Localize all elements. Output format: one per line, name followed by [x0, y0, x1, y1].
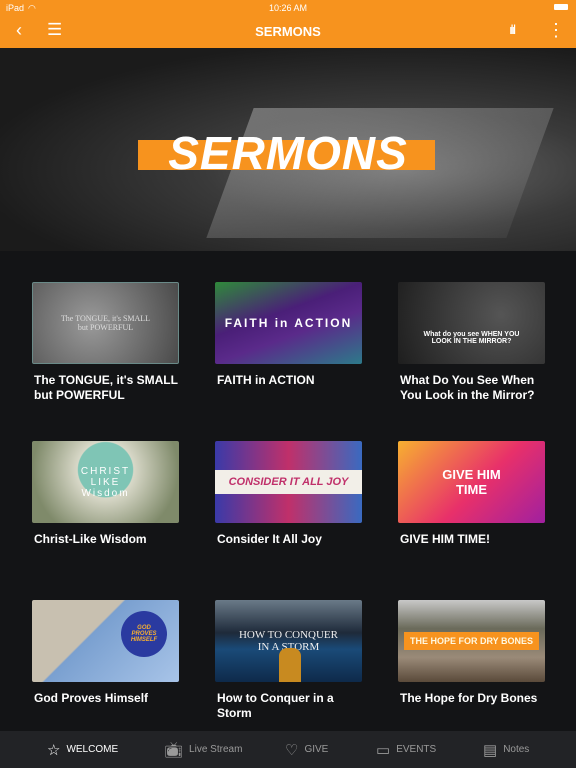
sermon-title[interactable]: GIVE HIM TIME! — [398, 532, 545, 547]
sermon-title[interactable]: God Proves Himself — [32, 691, 179, 706]
sermon-card[interactable]: GOD PROVES HIMSELF God Proves Himself — [32, 600, 179, 706]
tab-events[interactable]: ▭ EVENTS — [376, 731, 436, 768]
tv-icon: 📺︎ — [164, 741, 184, 759]
sermon-thumbnail[interactable]: The TONGUE, it's SMALL but POWERFUL — [32, 282, 179, 364]
sermon-thumbnail[interactable]: HOW TO CONQUER IN A STORM — [215, 600, 362, 682]
tab-live-stream[interactable]: 📺︎ Live Stream — [164, 731, 242, 768]
sermon-card[interactable]: HOW TO CONQUER IN A STORM How to Conquer… — [215, 600, 362, 721]
sermon-thumbnail[interactable]: FAITH in ACTION — [215, 282, 362, 364]
hero-banner: SERMONS — [0, 48, 576, 251]
calendar-icon: ▭ — [376, 741, 391, 759]
hero-title: SERMONS — [168, 127, 408, 179]
tab-welcome[interactable]: ☆ WELCOME — [47, 731, 118, 768]
sermon-thumbnail[interactable]: CONSIDER IT ALL JOY — [215, 441, 362, 523]
sermon-card[interactable]: THE HOPE FOR DRY BONES The Hope for Dry … — [398, 600, 545, 706]
sermon-card[interactable]: The TONGUE, it's SMALL but POWERFUL The … — [32, 282, 179, 403]
sermon-title[interactable]: The TONGUE, it's SMALL but POWERFUL — [32, 373, 179, 403]
sermon-title[interactable]: The Hope for Dry Bones — [398, 691, 545, 706]
audio-button[interactable]: ılıl — [509, 20, 516, 40]
notebook-icon: ▤ — [483, 741, 498, 759]
battery-icon — [554, 4, 568, 10]
star-icon: ☆ — [47, 741, 61, 759]
sermon-thumbnail[interactable]: THE HOPE FOR DRY BONES — [398, 600, 545, 682]
page-title: SERMONS — [255, 24, 321, 39]
sermon-title[interactable]: How to Conquer in a Storm — [215, 691, 362, 721]
sermon-title[interactable]: What Do You See When You Look in the Mir… — [398, 373, 545, 403]
sermon-card[interactable]: CONSIDER IT ALL JOY Consider It All Joy — [215, 441, 362, 547]
sermon-card[interactable]: CHRIST LIKE Wisdom Christ-Like Wisdom — [32, 441, 179, 547]
sermon-thumbnail[interactable]: GOD PROVES HIMSELF — [32, 600, 179, 682]
status-time: 10:26 AM — [268, 3, 308, 13]
sermon-card[interactable]: FAITH in ACTION FAITH in ACTION — [215, 282, 362, 388]
top-bar: iPad ◠ 10:26 AM ‹ ☰ SERMONS ılıl ⋮ — [0, 0, 576, 48]
sermon-thumbnail[interactable]: GIVE HIM TIME — [398, 441, 545, 523]
sermon-thumbnail[interactable]: What do you see WHEN YOU LOOK IN THE MIR… — [398, 282, 545, 364]
more-button[interactable]: ⋮ — [547, 20, 565, 40]
sermon-title[interactable]: FAITH in ACTION — [215, 373, 362, 388]
heart-icon: ♡ — [285, 741, 299, 759]
sermon-card[interactable]: What do you see WHEN YOU LOOK IN THE MIR… — [398, 282, 545, 403]
sermon-title[interactable]: Christ-Like Wisdom — [32, 532, 179, 547]
sermon-thumbnail[interactable]: CHRIST LIKE Wisdom — [32, 441, 179, 523]
tab-give[interactable]: ♡ GIVE — [285, 731, 328, 768]
sermon-title[interactable]: Consider It All Joy — [215, 532, 362, 547]
tab-notes[interactable]: ▤ Notes — [483, 731, 529, 768]
sermon-card[interactable]: GIVE HIM TIME GIVE HIM TIME! — [398, 441, 545, 547]
bottom-tab-bar: ☆ WELCOME 📺︎ Live Stream ♡ GIVE ▭ EVENTS ▤ No… — [0, 731, 576, 768]
